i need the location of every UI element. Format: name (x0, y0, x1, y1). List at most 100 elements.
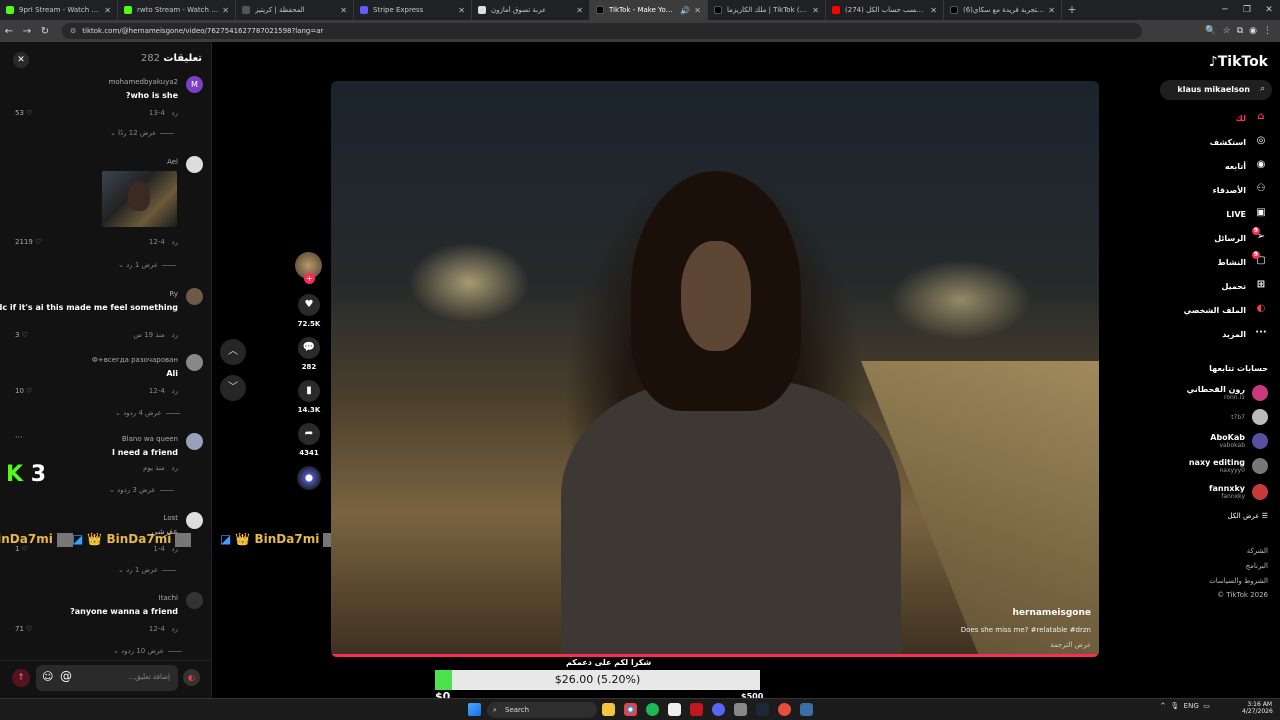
reply-link[interactable]: رد (172, 625, 179, 633)
comment-like[interactable]: 2119 ♡ (15, 238, 41, 246)
close-icon[interactable]: ✕ (694, 6, 701, 15)
mention-icon[interactable]: @ (60, 669, 72, 683)
close-icon[interactable]: ✕ (812, 6, 819, 15)
nav-item-more[interactable]: ··· المزيد (1222, 326, 1268, 342)
comment-image[interactable] (102, 171, 177, 227)
comment-like[interactable]: 53 ♡ (15, 109, 32, 117)
following-account[interactable]: naxy editing naxyyy0 (1189, 456, 1268, 476)
speaker-icon[interactable]: 🔊 (680, 6, 690, 15)
see-translation-link[interactable]: عرض الترجمة (1050, 641, 1091, 649)
footer-link-terms[interactable]: الشروط والسياسات (1209, 577, 1268, 585)
following-account[interactable]: t7b7 (1231, 407, 1268, 427)
reply-link[interactable]: رد (172, 387, 179, 395)
avatar[interactable] (186, 592, 203, 609)
close-icon[interactable]: ✕ (576, 6, 583, 15)
video-author[interactable]: hernameisgone (1013, 608, 1092, 618)
zoom-icon[interactable]: 🔍 (1205, 26, 1216, 36)
avatar[interactable] (186, 512, 203, 529)
browser-tab[interactable]: انا احسب حساب الكل (274) ...be ✕ (826, 0, 944, 20)
restore-icon[interactable]: ❐ (1236, 0, 1258, 20)
nav-item-live[interactable]: ▣ LIVE (1226, 206, 1268, 222)
reload-icon[interactable]: ↻ (36, 26, 54, 37)
taskbar-search[interactable]: ⌕ Search (487, 702, 597, 718)
previous-video-button[interactable]: ︿ (220, 339, 246, 365)
close-window-icon[interactable]: ✕ (1258, 0, 1280, 20)
close-icon[interactable]: ✕ (340, 6, 347, 15)
comment-button[interactable]: 💬 282 (294, 337, 324, 371)
site-info-icon[interactable]: ⚙ (70, 27, 76, 35)
more-options-icon[interactable]: ··· (15, 433, 23, 442)
view-replies-button[interactable]: ⌄ عرض 3 ردود (109, 486, 174, 494)
nav-item-friends[interactable]: ⚇ الأصدقاء (1213, 182, 1268, 198)
new-tab-button[interactable]: + (1062, 0, 1082, 20)
nav-item-following[interactable]: ◉ أتابعه (1225, 158, 1268, 174)
close-comments-button[interactable]: ✕ (13, 52, 29, 68)
comment-input[interactable]: ☺ @ إضافة تعليق... (36, 665, 178, 691)
file-explorer-icon[interactable] (602, 703, 615, 716)
send-icon[interactable]: ↑ (12, 669, 30, 687)
comment-username[interactable]: Itachi (159, 594, 178, 602)
reply-link[interactable]: رد (172, 238, 179, 246)
avatar[interactable] (186, 156, 203, 173)
steam-icon[interactable] (756, 703, 769, 716)
nav-item-upload[interactable]: ⊞ تحميل (1221, 278, 1268, 294)
avatar[interactable] (186, 354, 203, 371)
close-icon[interactable]: ✕ (930, 6, 937, 15)
reply-link[interactable]: رد (172, 464, 179, 472)
view-replies-button[interactable]: ⌄ عرض 12 ردًا (110, 129, 174, 137)
reply-link[interactable]: رد (172, 109, 179, 117)
comment-like[interactable]: 71 ♡ (15, 625, 32, 633)
settings-icon[interactable] (734, 703, 747, 716)
following-account[interactable]: AboKab vabokab (1210, 431, 1268, 451)
browser-tab[interactable]: ملك الكاريزما | TikTok (77)tuiq✕ (708, 0, 826, 20)
spotify-icon[interactable] (646, 703, 659, 716)
close-icon[interactable]: ✕ (104, 6, 111, 15)
browser-tab[interactable]: 9prI Stream - Watch Live on Ki ✕ (0, 0, 118, 20)
comment-username[interactable]: Ael (167, 158, 178, 166)
close-icon[interactable]: ✕ (1048, 6, 1055, 15)
calendar-icon[interactable] (668, 703, 681, 716)
avatar[interactable]: M (186, 76, 203, 93)
browser-tab[interactable]: Stripe Express ✕ (354, 0, 472, 20)
browser-tab[interactable]: عربة تسوق أمازون ✕ (472, 0, 590, 20)
mic-icon[interactable]: 🎙 (1170, 702, 1179, 710)
taskbar-clock[interactable]: 3:16 AM 4/27/2026 (1242, 701, 1273, 715)
video-progress-bar[interactable] (331, 654, 1099, 657)
comment-like[interactable]: 10 ♡ (15, 387, 32, 395)
language-indicator[interactable]: ENG (1184, 702, 1199, 710)
address-bar[interactable]: ⚙ tiktok.com/@hernameisgone/video/762754… (62, 23, 1142, 39)
comment-username[interactable]: Ry (169, 290, 178, 298)
chevron-up-icon[interactable]: ^ (1160, 702, 1166, 710)
nav-item-profile[interactable]: ◐ الملف الشخصي (1184, 302, 1268, 318)
footer-link-program[interactable]: البرنامج (1246, 562, 1268, 570)
shield-icon[interactable] (800, 703, 813, 716)
nav-item-activity[interactable]: ▢ 9 النشاط (1218, 251, 1268, 270)
chrome-icon[interactable] (624, 703, 637, 716)
comment-username[interactable]: Lost (164, 514, 178, 522)
like-button[interactable]: ♥ 72.5K (294, 294, 324, 328)
avatar[interactable] (186, 288, 203, 305)
avatar[interactable] (186, 433, 203, 450)
search-input[interactable]: klaus mikaelson ⌕ (1160, 80, 1272, 100)
view-replies-button[interactable]: ⌄ عرض 1 رد (118, 261, 176, 269)
extensions-icon[interactable]: ⧉ (1237, 26, 1243, 36)
discord-icon[interactable] (712, 703, 725, 716)
browser-tab[interactable]: rwto Stream - Watch Live on Ki ✕ (118, 0, 236, 20)
see-all-following-link[interactable]: ☰ عرض الكل (1228, 512, 1269, 520)
save-button[interactable]: ▮ 14.3K (294, 380, 324, 414)
music-disc-icon[interactable] (297, 466, 321, 490)
nav-item-for-you[interactable]: ⌂ لك (1236, 110, 1268, 126)
video-player[interactable]: hernameisgone Does she miss me? #relatab… (331, 81, 1099, 657)
comment-username[interactable]: Blano wa queen (122, 435, 178, 443)
close-icon[interactable]: ✕ (458, 6, 465, 15)
footer-link-company[interactable]: الشركة (1247, 547, 1268, 555)
menu-icon[interactable]: ⋮ (1263, 26, 1272, 36)
back-icon[interactable]: ← (0, 26, 18, 37)
browser-tab[interactable]: (6)استمتع بتجربة فريدة مع سكاي ✕ (944, 0, 1062, 20)
browser-tab-active[interactable]: TikTok - Make Your Day 🔊 ✕ (590, 0, 708, 20)
nav-item-messages[interactable]: ➢ 9 الرسائل (1214, 227, 1268, 246)
share-button[interactable]: ➦ 4341 (294, 423, 324, 457)
close-icon[interactable]: ✕ (222, 6, 229, 15)
windows-start-icon[interactable] (468, 703, 481, 716)
app-icon[interactable] (778, 703, 791, 716)
